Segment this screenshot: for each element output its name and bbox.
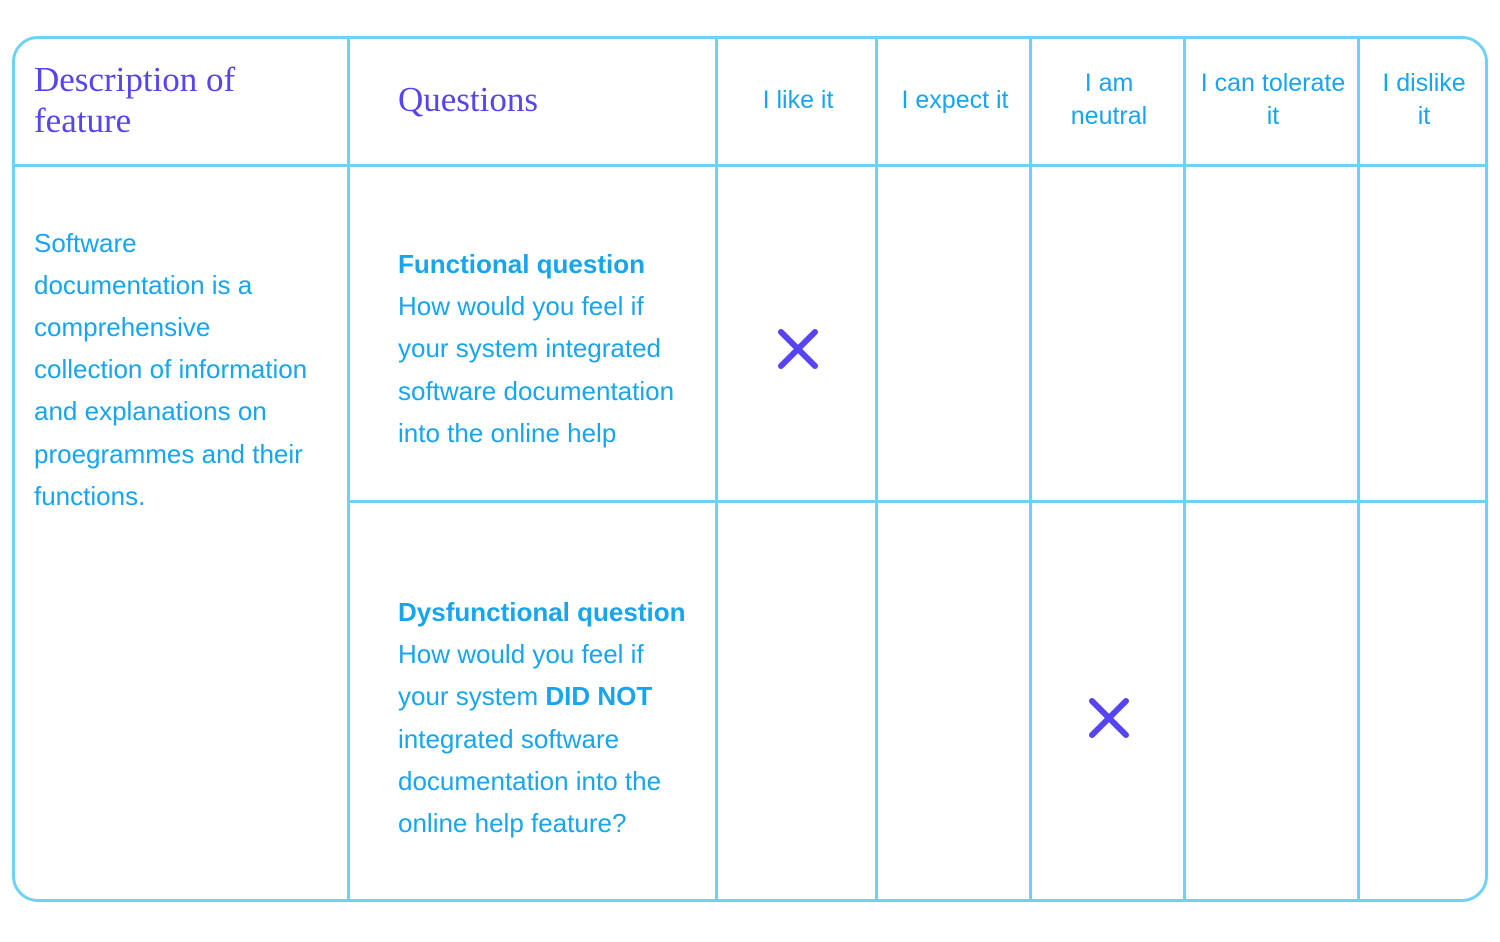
dysfunctional-question-cell: Dysfunctional question How would you fee… xyxy=(350,533,718,902)
dysfunctional-question-text: How would you feel if your system DID NO… xyxy=(398,633,692,844)
dysfunctional-question-title: Dysfunctional question xyxy=(398,597,686,628)
answer-cell-functional-dislike[interactable] xyxy=(1360,164,1488,533)
functional-question-cell: Functional question How would you feel i… xyxy=(350,164,718,533)
x-icon xyxy=(778,328,818,369)
column-header-questions-label: Questions xyxy=(398,80,538,120)
functional-question-title: Functional question xyxy=(398,249,645,280)
column-header-questions: Questions xyxy=(350,36,718,164)
column-header-i-am-neutral: I am neutral xyxy=(1032,36,1186,164)
column-header-i-can-tolerate-it-label: I can tolerate it xyxy=(1200,69,1346,130)
column-header-i-am-neutral-label: I am neutral xyxy=(1070,69,1148,130)
column-header-i-like-it-label: I like it xyxy=(762,85,834,114)
answer-cell-dysfunctional-neutral[interactable] xyxy=(1032,533,1186,902)
kano-model-table-sheet: Description of feature Questions I like … xyxy=(0,0,1500,942)
feature-description-text: Software documentation is a comprehensiv… xyxy=(34,228,308,511)
column-header-description: Description of feature xyxy=(12,36,350,164)
answer-cell-functional-tolerate[interactable] xyxy=(1186,164,1360,533)
answer-cell-functional-neutral[interactable] xyxy=(1032,164,1186,533)
column-header-i-can-tolerate-it: I can tolerate it xyxy=(1186,36,1360,164)
answer-cell-dysfunctional-dislike[interactable] xyxy=(1360,533,1488,902)
answer-cell-functional-like[interactable] xyxy=(718,164,878,533)
dysfunctional-question-emphasis: DID NOT xyxy=(545,681,653,712)
functional-question-text: How would you feel if your system integr… xyxy=(398,285,692,453)
dysfunctional-question-text-after: integrated software documentation into t… xyxy=(398,723,662,838)
feature-description-cell: Software documentation is a comprehensiv… xyxy=(12,164,350,902)
kano-table-grid: Description of feature Questions I like … xyxy=(12,36,1488,902)
column-header-i-dislike-it: I dislike it xyxy=(1360,36,1488,164)
dysfunctional-question-block: Dysfunctional question How would you fee… xyxy=(398,591,692,844)
column-header-description-label: Description of feature xyxy=(34,59,236,140)
x-icon xyxy=(1089,697,1129,738)
answer-cell-dysfunctional-tolerate[interactable] xyxy=(1186,533,1360,902)
functional-question-text-before: How would you feel if your system integr… xyxy=(398,291,675,448)
column-header-i-dislike-it-label: I dislike it xyxy=(1382,69,1466,130)
answer-cell-functional-expect[interactable] xyxy=(878,164,1032,533)
answer-cell-dysfunctional-expect[interactable] xyxy=(878,533,1032,902)
answer-cell-dysfunctional-like[interactable] xyxy=(718,533,878,902)
column-header-i-expect-it: I expect it xyxy=(878,36,1032,164)
functional-question-block: Functional question How would you feel i… xyxy=(398,243,692,454)
column-header-i-like-it: I like it xyxy=(718,36,878,164)
column-header-i-expect-it-label: I expect it xyxy=(901,85,1009,114)
